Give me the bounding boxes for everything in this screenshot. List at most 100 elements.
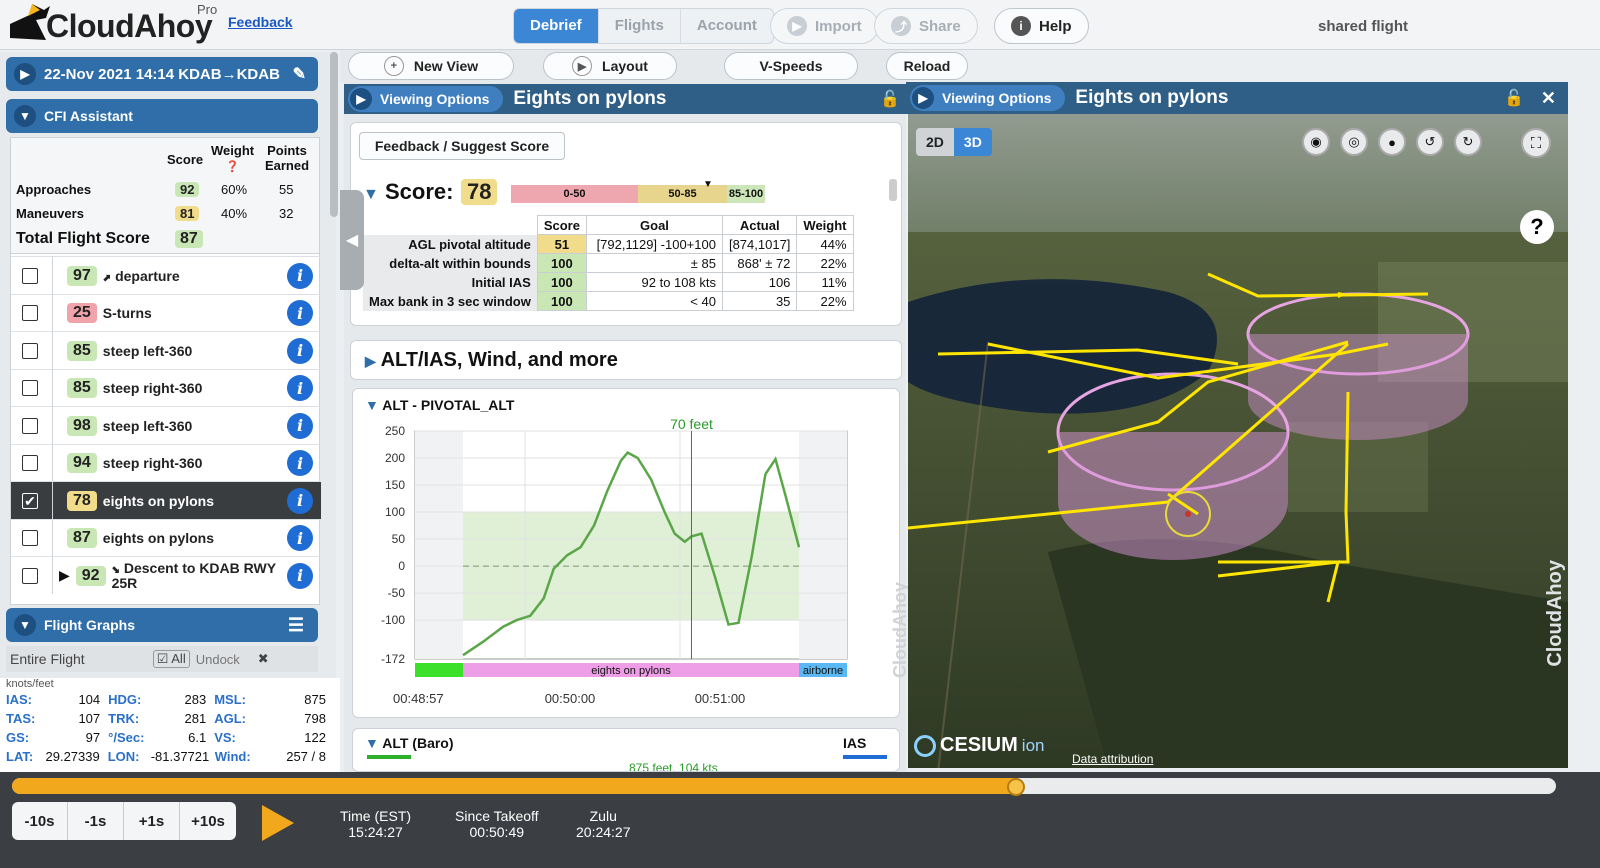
new-view-button[interactable]: + New View (348, 52, 514, 80)
alt-ias-section[interactable]: ▶ ALT/IAS, Wind, and more (350, 340, 902, 380)
card-scrollbar[interactable] (889, 179, 897, 201)
maneuver-row[interactable]: ▶ 92 ⬊ Descent to KDAB RWY 25R i (11, 556, 321, 594)
center-view-icon[interactable]: ◉ (1302, 128, 1330, 156)
telemetry-value: 798 (304, 711, 326, 726)
maneuver-score: 85 (67, 378, 97, 398)
score-band-bar: 0-50 50-85 85-100 (511, 185, 765, 203)
info-icon[interactable]: i (287, 525, 313, 551)
main-nav: Debrief Flights Account (513, 8, 774, 44)
flight-header[interactable]: ▶ 22-Nov 2021 14:14 KDAB→KDAB ✎ (6, 57, 318, 91)
maneuver-row[interactable]: ✔ 78 eights on pylons i (11, 481, 321, 519)
reload-button[interactable]: Reload (886, 52, 968, 80)
info-icon[interactable]: i (287, 300, 313, 326)
tab-flights[interactable]: Flights (599, 9, 681, 43)
cfi-assistant-panel: Score Weight ❓ Points Earned Approaches 9… (10, 137, 321, 605)
feedback-link[interactable]: Feedback (228, 14, 293, 30)
cfi-assistant-header[interactable]: ▼ CFI Assistant (6, 99, 318, 133)
entire-flight-label[interactable]: Entire Flight (10, 651, 85, 667)
back-10s-button[interactable]: -10s (12, 802, 68, 840)
unlock-icon[interactable]: 🔓 (1504, 88, 1524, 108)
rotate-right-icon[interactable]: ↻ (1454, 128, 1482, 156)
collapse-sidebar-handle[interactable]: ◀ (340, 190, 364, 290)
forward-10s-button[interactable]: +10s (180, 802, 236, 840)
checkbox[interactable] (22, 380, 38, 396)
vspeeds-button[interactable]: V-Speeds (724, 52, 858, 80)
layout-button[interactable]: ▶ Layout (543, 52, 677, 80)
telemetry-key: AGL: (214, 711, 246, 726)
close-icon[interactable]: ✖ (258, 651, 269, 667)
feedback-suggest-button[interactable]: Feedback / Suggest Score (359, 132, 565, 160)
mode-3d-button[interactable]: 3D (953, 128, 992, 156)
sidebar-scrollbar[interactable] (330, 52, 338, 217)
fullscreen-icon[interactable]: ⛶ (1521, 128, 1551, 158)
info-icon[interactable]: i (287, 337, 313, 364)
info-icon[interactable]: i (287, 412, 313, 439)
checkbox[interactable]: ✔ (22, 492, 38, 509)
checkbox[interactable] (22, 530, 38, 546)
telemetry-key: TRK: (108, 711, 140, 726)
maneuver-row[interactable]: 85 steep right-360 i (11, 368, 321, 407)
y-tick-label: 100 (385, 505, 405, 519)
back-1s-button[interactable]: -1s (68, 802, 124, 840)
cesium-icon (914, 734, 936, 757)
help-button[interactable]: i Help (994, 8, 1089, 44)
maneuver-score: 85 (67, 340, 97, 361)
map-viewing-options-button[interactable]: ▶ Viewing Options (910, 85, 1066, 111)
share-icon: ⤴ (891, 16, 911, 36)
maneuver-row[interactable]: 25 S-turns i (11, 293, 321, 332)
telemetry-row: TAS: 107 TRK: 281 AGL: 798 (0, 709, 340, 728)
info-icon[interactable]: i (287, 487, 313, 514)
maneuver-row[interactable]: 87 eights on pylons i (11, 518, 321, 557)
maneuvers-label: Maneuvers (16, 206, 84, 221)
cfi-assistant-title: CFI Assistant (44, 108, 133, 124)
camera-view-icon[interactable]: ◎ (1340, 128, 1368, 156)
info-icon[interactable]: i (287, 562, 313, 589)
tab-debrief[interactable]: Debrief (514, 9, 599, 43)
maneuver-row[interactable]: 85 steep left-360 i (11, 331, 321, 369)
band-low: 0-50 (511, 185, 638, 203)
info-icon[interactable]: i (287, 450, 313, 476)
alt-legend-line (367, 755, 411, 759)
info-icon[interactable]: i (287, 262, 313, 289)
y-tick-label: 0 (398, 559, 405, 573)
col-weight: Weight ❓ (211, 143, 255, 173)
timeline-track[interactable] (12, 778, 1556, 794)
map-panel-title: Eights on pylons (1075, 87, 1229, 108)
target-icon[interactable]: ● (1378, 128, 1406, 156)
maneuver-row[interactable]: 94 steep right-360 i (11, 443, 321, 482)
close-icon[interactable]: ✕ (1541, 88, 1556, 109)
info-icon[interactable]: i (287, 375, 313, 401)
forward-1s-button[interactable]: +1s (124, 802, 180, 840)
maneuver-row[interactable]: 97 ⬈ departure i (11, 256, 321, 294)
checkbox[interactable] (22, 455, 38, 471)
help-button-map[interactable]: ? (1520, 210, 1554, 244)
map-3d-view[interactable] (908, 82, 1568, 768)
viewing-options-button[interactable]: ▶ Viewing Options (348, 86, 504, 112)
rotate-left-icon[interactable]: ↺ (1416, 128, 1444, 156)
data-attribution-link[interactable]: Data attribution (1072, 752, 1153, 766)
maneuver-row[interactable]: 98 steep left-360 i (11, 406, 321, 444)
share-button[interactable]: ⤴ Share (874, 8, 978, 44)
mode-2d-button[interactable]: 2D (916, 128, 954, 156)
flight-graphs-title: Flight Graphs (44, 617, 135, 633)
undock-button[interactable]: Undock (196, 652, 240, 667)
cesium-logo[interactable]: CESIUM ion (914, 734, 1044, 757)
x-tick-label: 00:51:00 (695, 691, 746, 706)
unlock-icon[interactable]: 🔓 (880, 89, 900, 109)
play-icon[interactable] (258, 803, 296, 843)
alt-chart[interactable]: 250 200 150 100 50 0 -50 -100 -172 70 feet eights … (353, 417, 893, 717)
checkbox[interactable] (22, 267, 38, 284)
center-panel: ▶ Viewing Options Eights on pylons 🔓 Feed… (344, 82, 910, 772)
all-toggle[interactable]: ☑ All (152, 650, 190, 668)
import-button[interactable]: ▶ Import (770, 8, 879, 44)
timeline-thumb[interactable] (1006, 778, 1025, 796)
flight-graphs-header[interactable]: ▼ Flight Graphs ☰ (6, 608, 318, 642)
tab-account[interactable]: Account (681, 9, 773, 43)
menu-icon[interactable]: ☰ (288, 615, 304, 636)
checkbox[interactable] (22, 305, 38, 321)
checkbox[interactable] (22, 567, 38, 584)
checkbox[interactable] (22, 342, 38, 359)
edit-pencil-icon[interactable]: ✎ (293, 64, 306, 84)
checkbox[interactable] (22, 417, 38, 434)
app-logo[interactable]: CloudAhoy (46, 8, 213, 45)
